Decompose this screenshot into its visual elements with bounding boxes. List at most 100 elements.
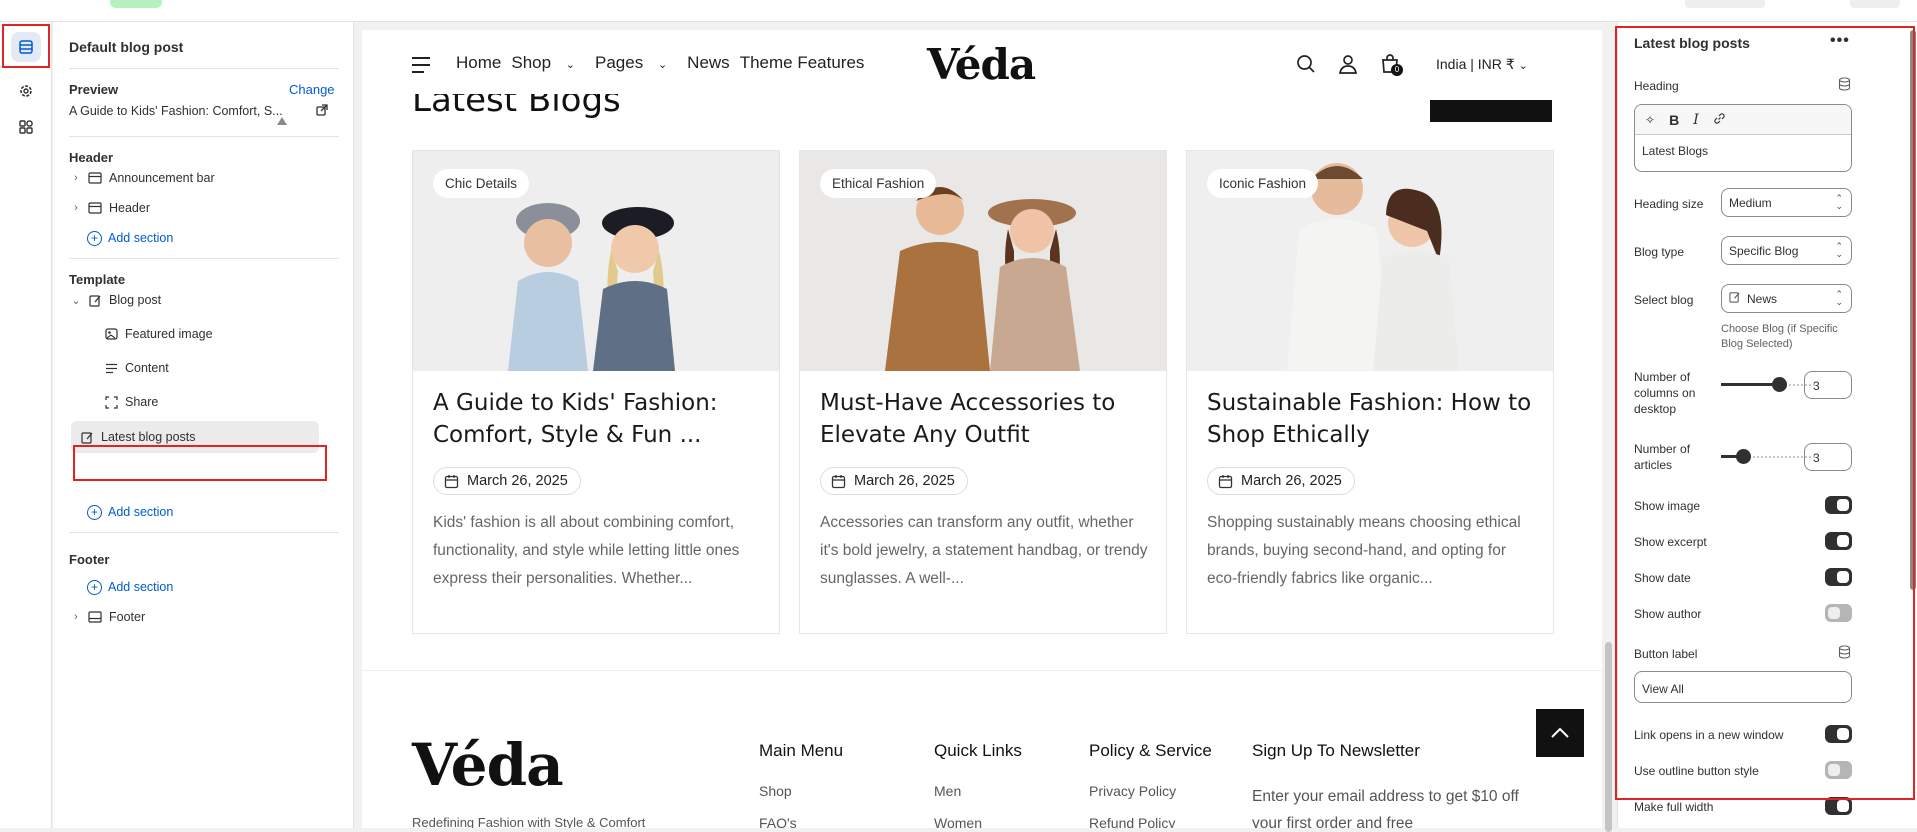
cart-icon[interactable]: 0 bbox=[1380, 54, 1403, 77]
blog-card-title[interactable]: A Guide to Kids' Fashion: Comfort, Style… bbox=[433, 387, 763, 451]
nav-theme-features[interactable]: Theme Features bbox=[740, 53, 865, 73]
show-image-toggle[interactable] bbox=[1825, 496, 1852, 514]
chevron-down-icon[interactable]: ⌄ bbox=[69, 294, 83, 307]
add-section-template[interactable]: + Add section bbox=[69, 499, 339, 525]
heading-size-select[interactable]: Medium ⌃ ⌄ bbox=[1721, 188, 1852, 217]
change-preview-link[interactable]: Change bbox=[289, 82, 335, 97]
magic-icon[interactable]: ✧ bbox=[1645, 113, 1655, 127]
section-latest-blog-posts[interactable]: Latest blog posts bbox=[71, 421, 319, 453]
section-blog-post[interactable]: ⌄ Blog post bbox=[69, 287, 339, 313]
block-share[interactable]: Share bbox=[69, 389, 339, 415]
show-author-toggle[interactable] bbox=[1825, 604, 1852, 622]
dynamic-source-icon[interactable] bbox=[1838, 77, 1851, 94]
full-width-toggle[interactable] bbox=[1825, 797, 1852, 815]
blog-card-image[interactable]: Chic Details bbox=[413, 151, 779, 371]
slider-knob[interactable] bbox=[1772, 377, 1787, 392]
store-preview: Latest Blogs Home Shop ⌄ Pages ⌄ News Th… bbox=[362, 30, 1602, 828]
add-section-footer[interactable]: + Add section bbox=[69, 574, 339, 600]
apps-icon[interactable] bbox=[11, 112, 41, 142]
footer-link[interactable]: Privacy Policy bbox=[1089, 783, 1212, 799]
articles-input[interactable]: 3 bbox=[1804, 443, 1852, 471]
newsletter-text: Enter your email address to get $10 off … bbox=[1252, 788, 1519, 828]
nav-pages-label: Pages bbox=[595, 53, 644, 72]
blog-tag[interactable]: Chic Details bbox=[433, 169, 530, 198]
blog-date: March 26, 2025 bbox=[433, 467, 581, 495]
scroll-up-arrow[interactable] bbox=[277, 117, 287, 125]
new-window-toggle[interactable] bbox=[1825, 725, 1852, 743]
blog-type-select[interactable]: Specific Blog ⌃ ⌄ bbox=[1721, 236, 1852, 265]
nav-news[interactable]: News bbox=[687, 53, 730, 73]
scrollbar-thumb[interactable] bbox=[1605, 642, 1612, 832]
save-button[interactable] bbox=[1850, 0, 1900, 8]
plus-circle-icon: + bbox=[87, 504, 102, 520]
add-section-header[interactable]: + Add section bbox=[69, 225, 339, 251]
divider bbox=[69, 136, 339, 137]
dynamic-source-icon[interactable] bbox=[1838, 645, 1851, 662]
view-all-button[interactable] bbox=[1430, 100, 1552, 122]
show-date-toggle[interactable] bbox=[1825, 568, 1852, 586]
search-icon[interactable] bbox=[1296, 54, 1316, 77]
footer-link[interactable]: Men bbox=[934, 783, 1022, 799]
italic-button[interactable]: I bbox=[1693, 112, 1699, 128]
blog-tag[interactable]: Iconic Fashion bbox=[1207, 169, 1319, 198]
link-icon[interactable] bbox=[1713, 112, 1726, 128]
footer-link[interactable]: FAQ's bbox=[759, 815, 843, 828]
heading-editor[interactable]: ✧ B I Latest Blogs bbox=[1634, 104, 1852, 172]
blog-card-title[interactable]: Must-Have Accessories to Elevate Any Out… bbox=[820, 387, 1150, 451]
select-blog-picker[interactable]: News ⌃ ⌄ bbox=[1721, 284, 1852, 313]
columns-input[interactable]: 3 bbox=[1804, 371, 1852, 399]
preview-label: Preview bbox=[69, 82, 119, 97]
footer-main-menu: Main Menu Shop FAQ's bbox=[759, 741, 843, 828]
back-to-top-button[interactable] bbox=[1536, 709, 1584, 757]
footer-link[interactable]: Shop bbox=[759, 783, 843, 799]
heading-value[interactable]: Latest Blogs bbox=[1635, 135, 1851, 167]
blog-card-title[interactable]: Sustainable Fashion: How to Shop Ethical… bbox=[1207, 387, 1537, 451]
show-excerpt-toggle[interactable] bbox=[1825, 532, 1852, 550]
block-featured-image[interactable]: Featured image bbox=[69, 321, 339, 347]
edit-doc-icon bbox=[79, 430, 95, 444]
section-footer[interactable]: › Footer bbox=[69, 604, 339, 630]
columns-slider[interactable] bbox=[1721, 377, 1817, 393]
chevron-right-icon[interactable]: › bbox=[69, 172, 83, 184]
viewport-switcher[interactable] bbox=[1685, 0, 1765, 8]
block-content[interactable]: Content bbox=[69, 355, 339, 381]
blog-card-image[interactable]: Iconic Fashion bbox=[1187, 151, 1553, 371]
bold-button[interactable]: B bbox=[1669, 112, 1679, 128]
chevron-right-icon[interactable]: › bbox=[69, 202, 83, 214]
settings-scrollbar[interactable] bbox=[1909, 30, 1917, 820]
account-icon[interactable] bbox=[1338, 54, 1358, 77]
scrollbar-thumb[interactable] bbox=[1910, 30, 1916, 590]
slider-knob[interactable] bbox=[1736, 449, 1751, 464]
section-header[interactable]: › Header bbox=[69, 195, 339, 221]
chevron-right-icon[interactable]: › bbox=[69, 611, 83, 623]
section-label: Footer bbox=[109, 610, 146, 624]
section-announcement-bar[interactable]: › Announcement bar bbox=[69, 165, 339, 191]
blog-card[interactable]: Ethical Fashion Must-Have Accessories to… bbox=[799, 150, 1167, 634]
columns-label: Number of columns on desktop bbox=[1634, 370, 1696, 416]
blog-card-image[interactable]: Ethical Fashion bbox=[800, 151, 1166, 371]
articles-slider[interactable] bbox=[1721, 449, 1817, 465]
chevron-down-icon: ⌄ bbox=[1518, 60, 1528, 72]
footer-link[interactable]: Women bbox=[934, 815, 1022, 828]
external-link-icon[interactable] bbox=[316, 104, 328, 119]
chevron-down-icon: ⌄ bbox=[657, 59, 668, 71]
blog-card[interactable]: Chic Details A Guide to Kids' Fashion: C… bbox=[412, 150, 780, 634]
footer-logo[interactable]: Véda bbox=[412, 731, 564, 799]
sections-icon[interactable] bbox=[11, 32, 41, 62]
outline-style-toggle[interactable] bbox=[1825, 761, 1852, 779]
nav-pages[interactable]: Pages ⌄ bbox=[595, 53, 677, 73]
gear-icon[interactable] bbox=[11, 76, 41, 106]
footer-link[interactable]: Refund Policy bbox=[1089, 815, 1212, 828]
blog-tag[interactable]: Ethical Fashion bbox=[820, 169, 937, 198]
button-label-input[interactable]: View All bbox=[1634, 671, 1852, 703]
preview-scrollbar[interactable] bbox=[1602, 22, 1616, 832]
footer-col-title: Main Menu bbox=[759, 741, 844, 760]
footer-col-title: Sign Up To Newsletter bbox=[1252, 741, 1420, 760]
currency-selector[interactable]: India | INR ₹ ⌄ bbox=[1436, 56, 1528, 73]
more-options-icon[interactable]: ••• bbox=[1830, 32, 1850, 50]
store-logo[interactable]: Véda bbox=[927, 40, 1036, 89]
blog-card[interactable]: Iconic Fashion Sustainable Fashion: How … bbox=[1186, 150, 1554, 634]
menu-icon[interactable] bbox=[412, 57, 430, 78]
nav-shop[interactable]: Shop ⌄ bbox=[511, 53, 585, 73]
nav-home[interactable]: Home bbox=[456, 53, 501, 73]
